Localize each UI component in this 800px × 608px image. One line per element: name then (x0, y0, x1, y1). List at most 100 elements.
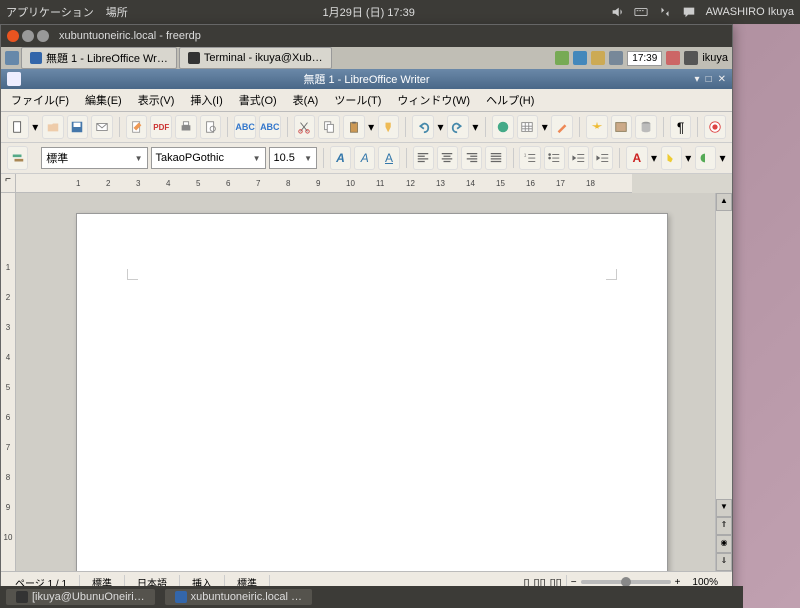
menu-insert[interactable]: 挿入(I) (184, 90, 228, 110)
volume-icon[interactable] (610, 5, 626, 19)
numbered-list-button[interactable]: 1 (519, 146, 540, 170)
datasources-button[interactable] (635, 115, 657, 139)
user-menu[interactable]: AWASHIRO Ikuya (706, 6, 794, 18)
next-page-icon[interactable]: ⇓ (716, 553, 732, 571)
xfce-menu-icon[interactable] (5, 51, 19, 65)
redo-dropdown[interactable]: ▾ (472, 116, 479, 138)
navigator-button[interactable] (586, 115, 608, 139)
tray-icon-6[interactable] (684, 51, 698, 65)
app-minimize-icon[interactable]: ▾ (695, 74, 700, 85)
increase-indent-button[interactable] (592, 146, 613, 170)
app-close-icon[interactable]: ✕ (718, 74, 726, 85)
menu-format[interactable]: 書式(O) (233, 90, 283, 110)
menu-file[interactable]: ファイル(F) (5, 90, 75, 110)
help-button[interactable] (704, 115, 726, 139)
scroll-up-icon[interactable]: ▲ (716, 193, 732, 211)
menu-edit[interactable]: 編集(E) (79, 90, 128, 110)
table-button[interactable] (517, 115, 539, 139)
drawing-button[interactable] (551, 115, 573, 139)
tray-icon-4[interactable] (609, 51, 623, 65)
pdf-export-button[interactable]: PDF (150, 115, 172, 139)
minimize-icon[interactable] (22, 30, 34, 42)
open-button[interactable] (42, 115, 64, 139)
tray-icon-1[interactable] (555, 51, 569, 65)
bg-color-dropdown[interactable]: ▾ (719, 147, 726, 169)
keyboard-icon[interactable] (634, 5, 650, 19)
font-combo[interactable]: TakaoPGothic▼ (151, 147, 266, 169)
spellcheck-button[interactable]: ABC (234, 115, 256, 139)
tray-icon-3[interactable] (591, 51, 605, 65)
panel-app-terminal[interactable]: Terminal - ikuya@Xub… (179, 47, 332, 69)
vertical-ruler[interactable]: 12345678910 (1, 193, 16, 571)
print-button[interactable] (175, 115, 197, 139)
italic-button[interactable]: A (354, 146, 375, 170)
chat-icon[interactable] (682, 5, 698, 19)
paste-dropdown[interactable]: ▾ (368, 116, 375, 138)
redo-button[interactable] (447, 115, 469, 139)
bg-color-button[interactable] (695, 146, 716, 170)
tray-icon-2[interactable] (573, 51, 587, 65)
nonprinting-button[interactable]: ¶ (670, 115, 692, 139)
taskbar-item-terminal[interactable]: [ikuya@UbunuOneiri… (6, 589, 155, 605)
zoom-slider[interactable] (581, 580, 671, 584)
remote-user[interactable]: ikuya (702, 52, 728, 64)
menu-table[interactable]: 表(A) (287, 90, 325, 110)
vertical-scrollbar[interactable]: ▲ ▼ ⇑ ◉ ⇓ (715, 193, 732, 571)
menu-window[interactable]: ウィンドウ(W) (391, 90, 476, 110)
fontsize-combo[interactable]: 10.5▼ (269, 147, 318, 169)
nav-select-icon[interactable]: ◉ (716, 535, 732, 553)
highlight-dropdown[interactable]: ▾ (685, 147, 692, 169)
underline-button[interactable]: A (378, 146, 399, 170)
undo-dropdown[interactable]: ▾ (437, 116, 444, 138)
edit-button[interactable] (126, 115, 148, 139)
network-icon[interactable] (658, 5, 674, 19)
menu-tools[interactable]: ツール(T) (328, 90, 387, 110)
clock[interactable]: 1月29日 (日) 17:39 (128, 4, 610, 20)
remote-clock[interactable]: 17:39 (627, 51, 662, 66)
scroll-down-icon[interactable]: ▼ (716, 499, 732, 517)
gallery-button[interactable] (611, 115, 633, 139)
undo-button[interactable] (412, 115, 434, 139)
tray-icon-5[interactable] (666, 51, 680, 65)
highlight-button[interactable] (661, 146, 682, 170)
new-dropdown[interactable]: ▾ (32, 116, 39, 138)
font-color-button[interactable]: A (626, 146, 647, 170)
decrease-indent-button[interactable] (568, 146, 589, 170)
close-icon[interactable] (7, 30, 19, 42)
copy-button[interactable] (318, 115, 340, 139)
align-center-button[interactable] (437, 146, 458, 170)
table-dropdown[interactable]: ▾ (541, 116, 548, 138)
styles-button[interactable] (7, 146, 28, 170)
align-left-button[interactable] (413, 146, 434, 170)
paste-button[interactable] (343, 115, 365, 139)
prev-page-icon[interactable]: ⇑ (716, 517, 732, 535)
document-canvas[interactable] (16, 193, 715, 571)
save-button[interactable] (67, 115, 89, 139)
auto-spellcheck-button[interactable]: ABC (259, 115, 281, 139)
bulleted-list-button[interactable] (544, 146, 565, 170)
menu-view[interactable]: 表示(V) (132, 90, 181, 110)
format-paintbrush-button[interactable] (378, 115, 400, 139)
align-justify-button[interactable] (485, 146, 506, 170)
formatting-toolbar: 標準▼ TakaoPGothic▼ 10.5▼ A A A 1 A ▾ ▾ ▾ (1, 143, 732, 174)
new-button[interactable] (7, 115, 29, 139)
maximize-icon[interactable] (37, 30, 49, 42)
menu-help[interactable]: ヘルプ(H) (480, 90, 540, 110)
panel-app-writer[interactable]: 無題 1 - LibreOffice Wr… (21, 47, 177, 69)
preview-button[interactable] (200, 115, 222, 139)
align-right-button[interactable] (461, 146, 482, 170)
font-color-dropdown[interactable]: ▾ (651, 147, 658, 169)
app-maximize-icon[interactable]: □ (706, 74, 712, 85)
hyperlink-button[interactable] (492, 115, 514, 139)
window-titlebar[interactable]: xubuntuoneiric.local - freerdp (1, 25, 732, 47)
cut-button[interactable] (294, 115, 316, 139)
horizontal-ruler[interactable]: 123456789101112131415161718 (16, 174, 616, 193)
taskbar-item-freerdp[interactable]: xubuntuoneiric.local … (165, 589, 312, 605)
places-menu[interactable]: 場所 (106, 4, 128, 20)
bold-button[interactable]: A (330, 146, 351, 170)
style-combo[interactable]: 標準▼ (41, 147, 147, 169)
email-button[interactable] (91, 115, 113, 139)
applications-menu[interactable]: アプリケーション (6, 4, 94, 20)
app-titlebar[interactable]: 無題 1 - LibreOffice Writer ▾ □ ✕ (1, 69, 732, 89)
page[interactable] (76, 213, 668, 571)
